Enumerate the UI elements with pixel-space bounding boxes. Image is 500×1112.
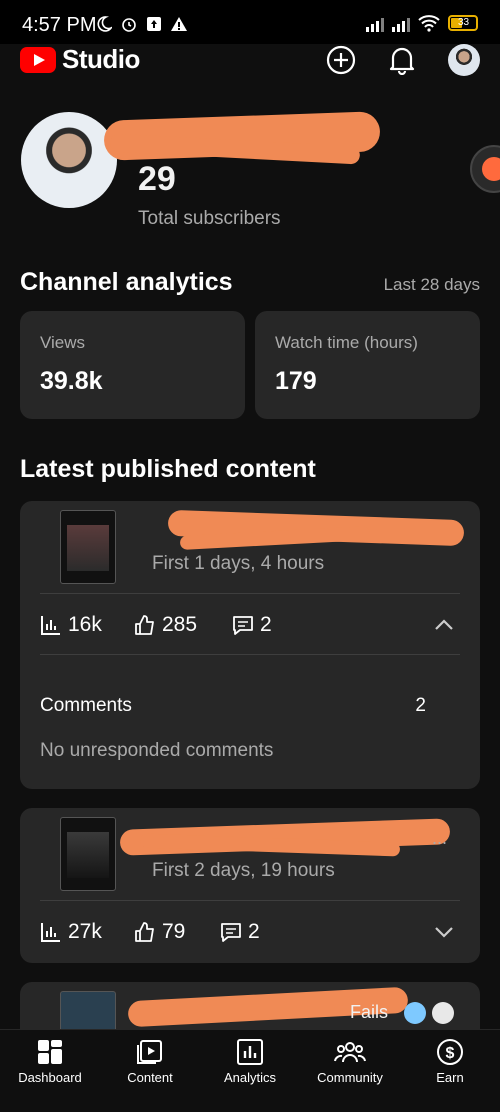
- app-bar: Studio: [0, 36, 500, 84]
- views-bars-icon: [41, 616, 60, 635]
- video-age: First 2 days, 19 hours: [152, 860, 335, 881]
- account-button[interactable]: [444, 40, 484, 80]
- content-card[interactable]: ... First 2 days, 19 hours 27k 79 2: [20, 808, 480, 963]
- content-icon: [137, 1040, 162, 1064]
- like-icon: [135, 922, 154, 942]
- channel-analytics-title: Channel analytics: [20, 268, 233, 296]
- watch-time-card[interactable]: Watch time (hours) 179: [255, 311, 480, 419]
- subscriber-count: 29: [138, 160, 176, 198]
- divider: [40, 593, 460, 594]
- status-time: 4:57 PM: [22, 14, 97, 36]
- floating-action-bubble[interactable]: [470, 145, 500, 193]
- cold-face-emoji-icon: [404, 1002, 426, 1024]
- create-button[interactable]: [321, 40, 361, 80]
- views-bars-icon: [41, 923, 60, 942]
- logo-text: Studio: [62, 44, 140, 74]
- status-left-icons: [96, 15, 188, 33]
- subscriber-label: Total subscribers: [138, 208, 281, 229]
- svg-text:$: $: [446, 1045, 455, 1062]
- comment-icon: [221, 923, 241, 942]
- nav-analytics[interactable]: Analytics: [200, 1030, 300, 1112]
- notifications-icon: [389, 47, 415, 75]
- divider: [40, 654, 460, 655]
- nav-content[interactable]: Content: [100, 1030, 200, 1112]
- create-icon: [326, 45, 356, 75]
- views-value: 39.8k: [40, 367, 103, 395]
- no-unresponded-comments: No unresponded comments: [40, 740, 274, 761]
- analytics-range[interactable]: Last 28 days: [384, 275, 480, 295]
- comments-count: 2: [415, 695, 426, 716]
- earn-icon: $: [437, 1039, 463, 1065]
- channel-avatar[interactable]: [21, 112, 117, 208]
- views-stat: 27k: [40, 920, 102, 944]
- comments-stat: 2: [232, 613, 272, 637]
- divider: [40, 900, 460, 901]
- nav-dashboard[interactable]: Dashboard: [0, 1030, 100, 1112]
- comments-label: Comments: [40, 695, 132, 716]
- video-thumbnail[interactable]: [60, 817, 116, 891]
- dashboard-icon: [38, 1040, 62, 1064]
- youtube-logo-icon: [20, 46, 56, 73]
- video-age: First 1 days, 4 hours: [152, 553, 325, 574]
- alarm-icon: [122, 18, 136, 32]
- comments-stat: 2: [220, 920, 260, 944]
- nav-community[interactable]: Community: [300, 1030, 400, 1112]
- wifi-icon: [418, 15, 440, 32]
- studio-logo[interactable]: Studio: [20, 44, 140, 75]
- likes-stat: 79: [134, 920, 185, 944]
- views-label: Views: [40, 333, 86, 352]
- community-icon: [334, 1042, 366, 1063]
- content-card[interactable]: First 1 days, 4 hours 16k 285 2 Comments…: [20, 501, 480, 789]
- comment-icon: [233, 616, 253, 635]
- analytics-icon: [237, 1039, 263, 1065]
- skull-emoji-icon: [432, 1002, 454, 1024]
- chevron-up-icon[interactable]: [432, 613, 456, 637]
- latest-content-title: Latest published content: [20, 455, 316, 483]
- likes-stat: 285: [134, 613, 197, 637]
- battery-icon: 33: [448, 15, 478, 31]
- notifications-button[interactable]: [382, 40, 422, 80]
- nav-earn[interactable]: $ Earn: [400, 1030, 500, 1112]
- views-stat: 16k: [40, 613, 102, 637]
- like-icon: [135, 615, 154, 635]
- signal-icon-2: [392, 14, 410, 32]
- chevron-down-icon[interactable]: [432, 920, 456, 944]
- bottom-navigation: Dashboard Content Analytics Community $ …: [0, 1029, 500, 1112]
- video-title-visible: ...: [432, 828, 448, 848]
- video-title-visible: Fails: [350, 1002, 389, 1022]
- warning-icon: [171, 17, 187, 31]
- signal-icon: [366, 14, 384, 32]
- watch-time-value: 179: [275, 367, 317, 395]
- account-avatar: [448, 44, 480, 76]
- views-card[interactable]: Views 39.8k: [20, 311, 245, 419]
- video-thumbnail[interactable]: [60, 510, 116, 584]
- moon-icon: [97, 16, 112, 32]
- watch-time-label: Watch time (hours): [275, 333, 418, 352]
- status-right-icons: 33: [366, 14, 478, 32]
- upload-notification-icon: [147, 17, 161, 31]
